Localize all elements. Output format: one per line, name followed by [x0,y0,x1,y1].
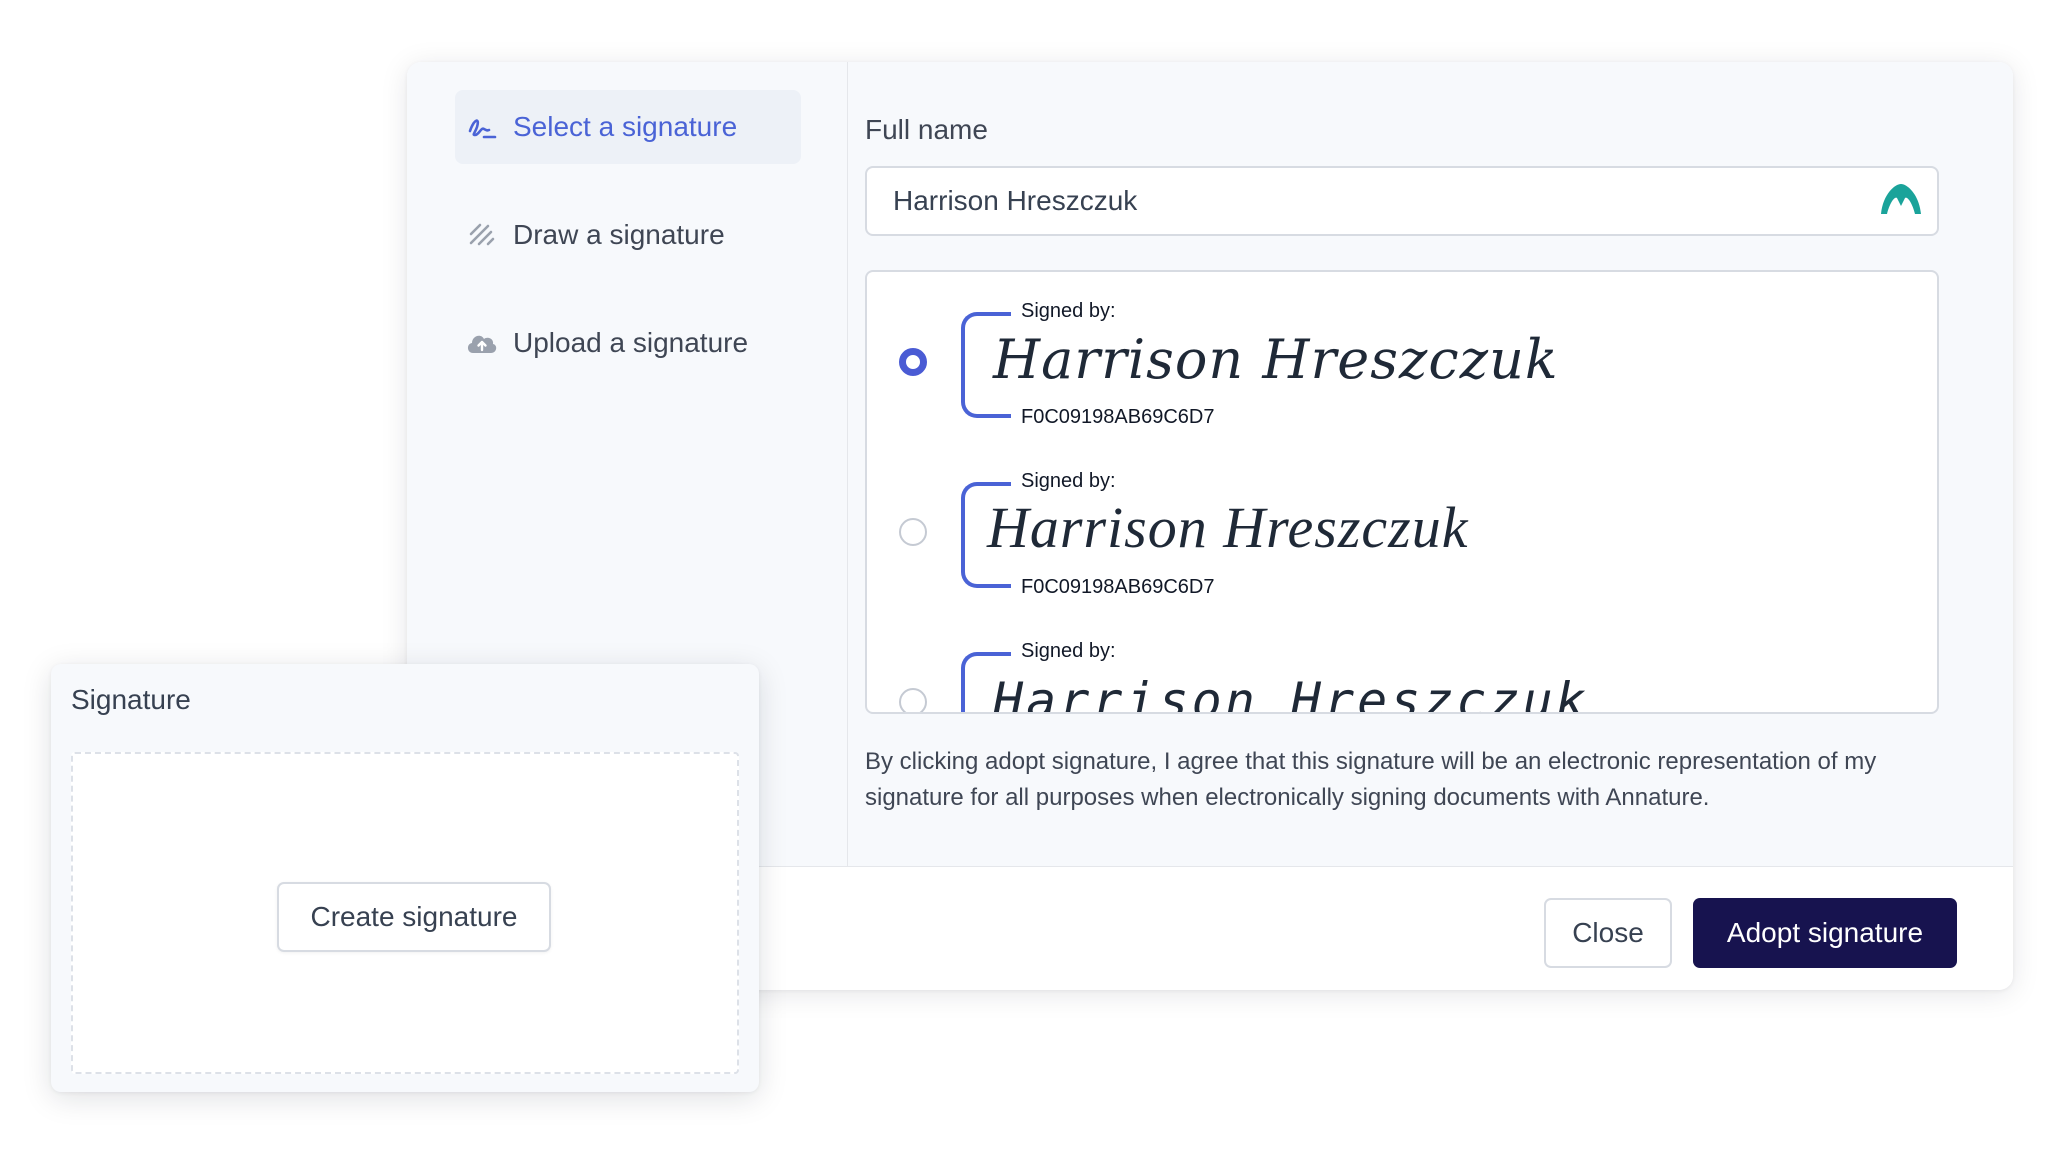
nav-upload-signature[interactable]: Upload a signature [455,306,801,380]
nav-label: Draw a signature [513,219,725,250]
signature-drop-area[interactable]: Create signature [71,752,739,1074]
close-button[interactable]: Close [1544,898,1672,968]
signature-name: Harrison Hreszczuk [993,672,1589,714]
signature-option[interactable]: Signed by: Harrison Hreszczuk F0C09198AB… [867,272,1937,442]
signature-name: Harrison Hreszczuk [993,328,1559,391]
nav-label: Upload a signature [513,327,749,358]
signature-option[interactable]: Signed by: Harrison Hreszczuk F0C09198AB… [867,442,1937,612]
signature-radio[interactable] [899,518,927,546]
signed-by-label: Signed by: [1021,470,1116,492]
nav-label: Select a signature [513,111,738,142]
signature-field-card: Signature Create signature [51,664,759,1092]
signature-id: F0C09198AB69C6D7 [1021,576,1215,598]
annature-logo-icon [1879,180,1923,224]
signature-options-list[interactable]: Signed by: Harrison Hreszczuk F0C09198AB… [865,270,1939,714]
full-name-label: Full name [865,114,988,145]
nav-draw-signature[interactable]: Draw a signature [455,198,801,272]
signature-pen-icon [465,110,499,144]
signature-card-title: Signature [71,684,191,715]
scribble-icon [465,218,499,252]
cloud-upload-icon [465,326,499,360]
signature-option[interactable]: Signed by: Harrison Hreszczuk [867,612,1937,714]
signed-by-label: Signed by: [1021,640,1116,662]
signed-by-label: Signed by: [1021,300,1116,322]
adopt-signature-button[interactable]: Adopt signature [1693,898,1957,968]
signature-name: Harrison Hreszczuk [987,495,1469,560]
signature-radio[interactable] [899,348,927,376]
create-signature-button[interactable]: Create signature [277,882,551,952]
signature-id: F0C09198AB69C6D7 [1021,406,1215,428]
full-name-input[interactable] [865,166,1939,236]
nav-select-signature[interactable]: Select a signature [455,90,801,164]
adopt-disclaimer: By clicking adopt signature, I agree tha… [865,748,1877,811]
signature-radio[interactable] [899,688,927,712]
